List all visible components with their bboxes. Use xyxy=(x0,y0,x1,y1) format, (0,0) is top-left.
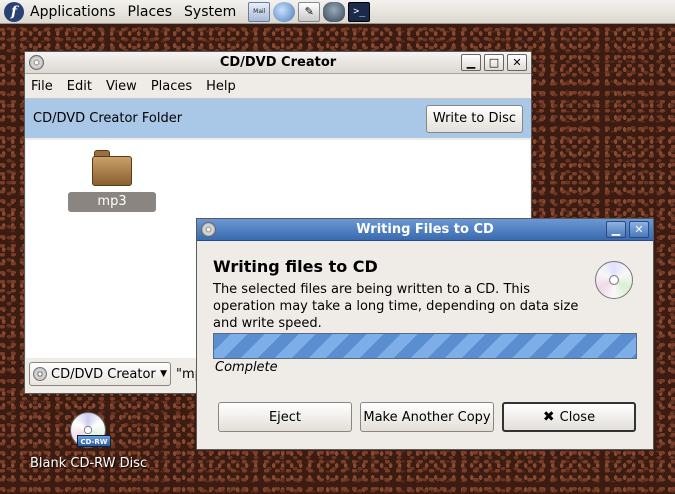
close-dialog-button[interactable]: ✖ Close xyxy=(502,402,636,432)
terminal-launcher-icon[interactable]: >_ xyxy=(348,1,371,22)
close-button-label: Close xyxy=(559,409,596,425)
creator-title: CD/DVD Creator xyxy=(219,55,337,70)
progress-fill xyxy=(214,334,636,358)
copy-button-label: Make Another Copy xyxy=(363,409,491,425)
close-button[interactable]: ✕ xyxy=(507,54,527,71)
maximize-button[interactable]: □ xyxy=(484,54,504,71)
close-icon: ✖ xyxy=(542,409,555,425)
progress-bar xyxy=(213,333,637,359)
location-combo[interactable]: CD/DVD Creator ▼ xyxy=(29,362,171,386)
desktop-icon-label[interactable]: Blank CD-RW Disc xyxy=(30,456,147,471)
network-launcher-icon[interactable] xyxy=(273,1,296,22)
window-menu-icon[interactable] xyxy=(29,55,44,70)
eject-button[interactable]: Eject xyxy=(218,402,352,432)
creator-folder-bar: CD/DVD Creator Folder Write to Disc xyxy=(25,98,531,138)
writing-files-dialog: Writing Files to CD ▁ ✕ Writing files to… xyxy=(196,218,654,450)
folder-label-mp3[interactable]: mp3 xyxy=(68,192,156,212)
dialog-title: Writing Files to CD xyxy=(356,222,494,237)
fedora-logo-icon[interactable]: f xyxy=(4,1,24,22)
menu-help[interactable]: Help xyxy=(206,79,236,94)
menu-places[interactable]: Places xyxy=(151,79,192,94)
menu-edit[interactable]: Edit xyxy=(67,79,92,94)
blank-cd-rw-disc-icon[interactable]: CD-RW xyxy=(70,412,111,448)
cd-icon xyxy=(33,367,47,381)
top-panel: f Applications Places System Mail ✎ >_ xyxy=(0,0,675,24)
creator-titlebar[interactable]: CD/DVD Creator ▁ □ ✕ xyxy=(25,52,531,74)
cd-icon xyxy=(595,261,633,299)
write-to-disc-button[interactable]: Write to Disc xyxy=(425,104,523,133)
creator-menubar: File Edit View Places Help xyxy=(25,74,531,98)
close-button[interactable]: ✕ xyxy=(629,221,649,238)
menu-file[interactable]: File xyxy=(31,79,53,94)
dialog-titlebar[interactable]: Writing Files to CD ▁ ✕ xyxy=(197,219,653,241)
dialog-description: The selected files are being written to … xyxy=(213,282,579,331)
make-another-copy-button[interactable]: Make Another Copy xyxy=(360,402,494,432)
minimize-button[interactable]: ▁ xyxy=(461,54,481,71)
writer-launcher-icon[interactable]: ✎ xyxy=(298,1,321,22)
location-combo-label: CD/DVD Creator xyxy=(51,366,156,382)
folder-bar-title: CD/DVD Creator Folder xyxy=(33,111,183,126)
chevron-down-icon: ▼ xyxy=(160,369,167,379)
system-menu[interactable]: System xyxy=(184,4,236,20)
places-menu[interactable]: Places xyxy=(128,4,173,20)
minimize-button[interactable]: ▁ xyxy=(606,221,626,238)
folder-icon[interactable] xyxy=(92,150,132,186)
menu-view[interactable]: View xyxy=(106,79,137,94)
mail-launcher-icon[interactable]: Mail xyxy=(248,1,271,22)
dialog-heading: Writing files to CD xyxy=(213,257,378,276)
cd-rw-badge: CD-RW xyxy=(77,435,111,447)
applications-menu[interactable]: Applications xyxy=(30,4,116,20)
eject-button-label: Eject xyxy=(268,409,302,425)
progress-label: Complete xyxy=(215,360,278,375)
education-launcher-icon[interactable] xyxy=(323,1,346,22)
window-menu-icon[interactable] xyxy=(201,222,216,237)
